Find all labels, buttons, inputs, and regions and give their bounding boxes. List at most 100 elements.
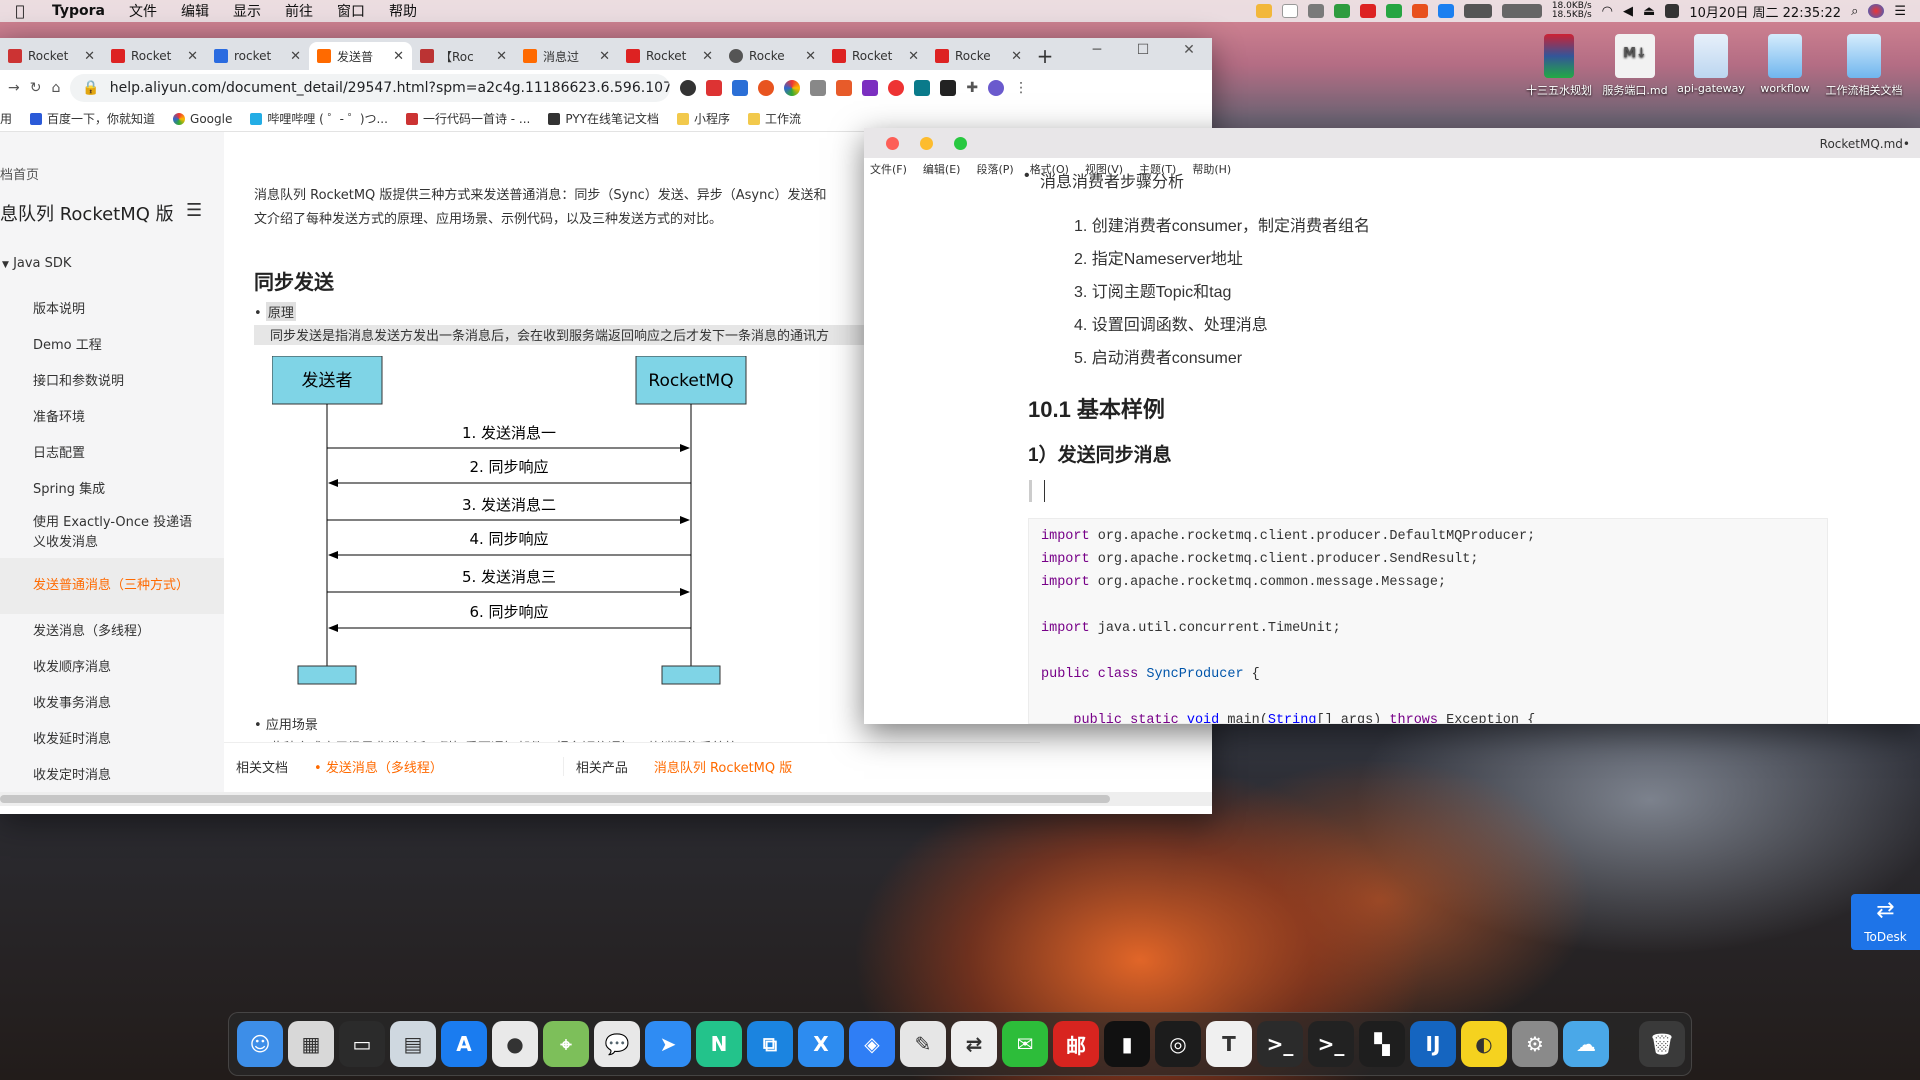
dock-netease-mail-icon[interactable]: 邮 bbox=[1053, 1021, 1099, 1067]
dock-terminal-icon[interactable]: >_ bbox=[1308, 1021, 1354, 1067]
menu-edit[interactable]: 编辑 bbox=[169, 1, 221, 21]
dock-intellij-icon[interactable]: IJ bbox=[1410, 1021, 1456, 1067]
extension-icon[interactable] bbox=[758, 80, 775, 96]
extension-icon[interactable] bbox=[914, 80, 931, 96]
dock-app-store-icon[interactable]: A bbox=[441, 1021, 487, 1067]
sidebar-item[interactable]: 日志配置 bbox=[0, 436, 224, 472]
scrollbar-thumb[interactable] bbox=[0, 795, 1110, 803]
input-method-icon[interactable] bbox=[1665, 4, 1680, 18]
desktop-icon-plan[interactable]: 十三五水规划 bbox=[1520, 34, 1598, 98]
dock-colors-app-icon[interactable]: ◎ bbox=[1155, 1021, 1201, 1067]
hamburger-menu-icon[interactable]: ☰ bbox=[186, 200, 202, 221]
extension-icon[interactable] bbox=[680, 80, 697, 96]
sidebar-item[interactable]: Spring 集成 bbox=[0, 472, 224, 508]
bookmark-pyy[interactable]: PYY在线笔记文档 bbox=[548, 110, 659, 127]
extension-icon[interactable] bbox=[888, 80, 905, 96]
more-menu-icon[interactable]: ⋮ bbox=[1014, 80, 1028, 96]
extension-icon[interactable] bbox=[862, 80, 879, 96]
related-doc-link[interactable]: • 发送消息（多线程） bbox=[314, 757, 443, 776]
product-title[interactable]: 息队列 RocketMQ 版 bbox=[0, 200, 174, 226]
close-icon[interactable]: ✕ bbox=[702, 49, 713, 64]
siri-icon[interactable] bbox=[1868, 4, 1885, 18]
browser-tab[interactable]: Rocke ✕ bbox=[927, 42, 1030, 70]
dock-notes-app-icon[interactable]: ✎ bbox=[900, 1021, 946, 1067]
menu-file[interactable]: 文件 bbox=[117, 1, 169, 21]
related-product-link[interactable]: 消息队列 RocketMQ 版 bbox=[654, 757, 792, 776]
extension-icon[interactable] bbox=[940, 80, 957, 96]
browser-tab[interactable]: Rocket ✕ bbox=[103, 42, 206, 70]
menu-help[interactable]: 帮助 bbox=[377, 1, 429, 21]
code-block[interactable]: import org.apache.rocketmq.client.produc… bbox=[1028, 518, 1828, 724]
status-wechat-icon[interactable] bbox=[1333, 4, 1350, 18]
minimize-button[interactable]: ─ bbox=[1074, 38, 1120, 70]
menu-go[interactable]: 前往 bbox=[273, 1, 325, 21]
extension-icon[interactable] bbox=[784, 80, 801, 96]
dock-finder-icon[interactable]: ☺ bbox=[237, 1021, 283, 1067]
status-screen-icon[interactable] bbox=[1307, 4, 1324, 18]
bookmark-poem[interactable]: 一行代码一首诗 - ... bbox=[405, 110, 530, 127]
status-battery-icon[interactable] bbox=[1501, 4, 1542, 18]
dock-wechat-icon[interactable]: ✉ bbox=[1002, 1021, 1048, 1067]
address-bar[interactable]: 🔒 help.aliyun.com/document_detail/29547.… bbox=[70, 74, 671, 102]
clock[interactable]: 10月20日 周二 22:35:22 bbox=[1689, 2, 1841, 21]
status-doc-icon[interactable] bbox=[1281, 4, 1298, 18]
bookmark-bilibili[interactable]: 哔哩哔哩 ( ゜- ゜)つ... bbox=[250, 110, 388, 127]
browser-tab[interactable]: Rocket ✕ bbox=[0, 42, 103, 70]
desktop-icon-docs[interactable]: 工作流相关文档 bbox=[1822, 34, 1906, 98]
browser-tab[interactable]: 【Roc ✕ bbox=[412, 42, 515, 70]
close-icon[interactable]: ✕ bbox=[908, 49, 919, 64]
browser-tab[interactable]: 消息过 ✕ bbox=[515, 42, 618, 70]
sidebar-item[interactable]: 收发顺序消息 bbox=[0, 650, 224, 686]
maximize-button[interactable]: ☐ bbox=[1120, 38, 1166, 70]
dock-lemon-app-icon[interactable]: ◐ bbox=[1461, 1021, 1507, 1067]
wifi-icon[interactable]: ◠ bbox=[1602, 4, 1613, 19]
forward-icon[interactable]: → bbox=[8, 80, 20, 96]
close-icon[interactable]: ✕ bbox=[599, 49, 610, 64]
browser-tab[interactable]: Rocket ✕ bbox=[824, 42, 927, 70]
browser-tab[interactable]: rocket ✕ bbox=[206, 42, 309, 70]
sidebar-item[interactable]: 接口和参数说明 bbox=[0, 364, 224, 400]
puzzle-icon[interactable]: ✚ bbox=[966, 80, 978, 96]
dock-terminal-black-icon[interactable]: ▮ bbox=[1104, 1021, 1150, 1067]
browser-tab[interactable]: Rocket ✕ bbox=[618, 42, 721, 70]
dock-xmind-icon[interactable]: N bbox=[696, 1021, 742, 1067]
dock-messages-icon[interactable]: 💬 bbox=[594, 1021, 640, 1067]
bookmark-miniprogram[interactable]: 小程序 bbox=[677, 110, 730, 127]
close-window-button[interactable]: ✕ bbox=[1166, 38, 1212, 70]
dock-iterm-icon[interactable]: >_ bbox=[1257, 1021, 1303, 1067]
status-green-icon[interactable] bbox=[1385, 4, 1402, 18]
sidebar-item[interactable]: 收发延时消息 bbox=[0, 722, 224, 758]
close-icon[interactable]: ✕ bbox=[290, 49, 301, 64]
volume-icon[interactable]: ◀ bbox=[1623, 4, 1633, 19]
desktop-icon-workflow[interactable]: workflow bbox=[1748, 34, 1822, 95]
horizontal-scrollbar[interactable] bbox=[0, 792, 1212, 806]
close-icon[interactable]: ✕ bbox=[84, 49, 95, 64]
profile-avatar[interactable] bbox=[988, 80, 1005, 96]
typora-menu-help[interactable]: 帮助(H) bbox=[1192, 161, 1231, 177]
bookmark-workflow[interactable]: 工作流 bbox=[748, 110, 801, 127]
extension-icon[interactable] bbox=[810, 80, 827, 96]
dock-trash-icon[interactable]: 🗑 bbox=[1639, 1021, 1685, 1067]
typora-menu-paragraph[interactable]: 段落(P) bbox=[976, 161, 1013, 177]
bookmark-baidu[interactable]: 百度一下，你就知道 bbox=[30, 110, 155, 127]
extension-icon[interactable] bbox=[836, 80, 853, 96]
bookmark-google[interactable]: Google bbox=[173, 112, 232, 126]
home-icon[interactable]: ⌂ bbox=[51, 80, 60, 96]
eject-icon[interactable]: ⏏ bbox=[1643, 4, 1655, 19]
translate-icon[interactable] bbox=[732, 80, 749, 96]
dock-todesk-dock-icon[interactable]: ⇄ bbox=[951, 1021, 997, 1067]
menu-app-name[interactable]: Typora bbox=[40, 3, 117, 19]
status-app-icon[interactable] bbox=[1255, 4, 1272, 18]
sidebar-item[interactable]: Demo 工程 bbox=[0, 328, 224, 364]
dock-mosaic-app-icon[interactable]: ▚ bbox=[1359, 1021, 1405, 1067]
sidebar-item[interactable]: 发送消息（多线程） bbox=[0, 614, 224, 650]
desktop-icon-gateway[interactable]: api-gateway bbox=[1672, 34, 1750, 95]
close-icon[interactable]: ✕ bbox=[1011, 49, 1022, 64]
typora-menu-edit[interactable]: 编辑(E) bbox=[923, 161, 961, 177]
doc-home-link[interactable]: 档首页 bbox=[0, 164, 39, 183]
dock-dingtalk-icon[interactable]: ◈ bbox=[849, 1021, 895, 1067]
dock-weather-app-icon[interactable]: ☁ bbox=[1563, 1021, 1609, 1067]
dock-maps-icon[interactable]: ⌖ bbox=[543, 1021, 589, 1067]
close-window-icon[interactable] bbox=[886, 137, 899, 150]
sidebar-item[interactable]: 准备环境 bbox=[0, 400, 224, 436]
